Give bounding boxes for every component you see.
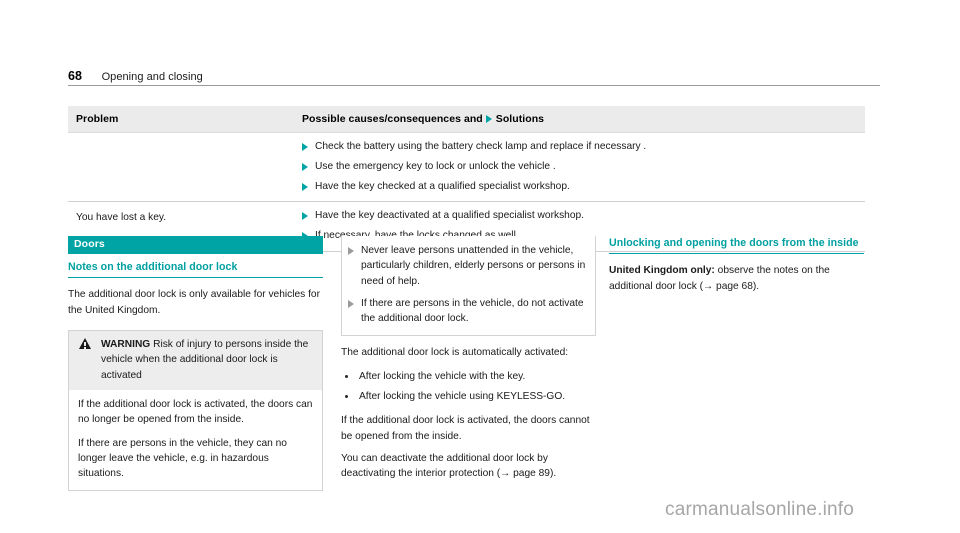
warning-label: WARNING bbox=[101, 339, 151, 351]
bullet-list-auto-activation: After locking the vehicle with the key. … bbox=[341, 369, 596, 405]
solution-arrow-icon bbox=[302, 182, 308, 191]
solution-item: Check the battery using the battery chec… bbox=[302, 139, 857, 155]
solution-arrow-icon bbox=[302, 212, 308, 221]
solution-item: Have the key checked at a qualified spec… bbox=[302, 179, 857, 195]
section-bar-doors: Doors bbox=[68, 236, 323, 255]
solution-text: Check the battery using the battery chec… bbox=[315, 141, 647, 152]
body-columns: Doors Notes on the additional door lock … bbox=[68, 236, 880, 492]
cross-reference-link[interactable]: → page 68 bbox=[703, 281, 753, 292]
solution-text: Have the key deactivated at a qualified … bbox=[315, 210, 584, 222]
warning-list-item: Never leave persons unattended in the ve… bbox=[348, 243, 587, 289]
cell-solutions: Check the battery using the battery chec… bbox=[292, 131, 865, 203]
uk-only-post: ). bbox=[752, 280, 760, 292]
table-header-row: Problem Possible causes/consequences and… bbox=[68, 106, 865, 133]
heading-unlocking-opening-doors-inside: Unlocking and opening the doors from the… bbox=[609, 236, 864, 255]
solution-arrow-icon bbox=[485, 114, 492, 123]
paragraph-deactivate-post: ). bbox=[549, 468, 557, 480]
warning-arrow-icon bbox=[348, 299, 354, 308]
column-header-solutions-post: Solutions bbox=[495, 113, 545, 125]
subheading-notes-additional-door-lock: Notes on the additional door lock bbox=[68, 254, 323, 279]
troubleshooting-table: Problem Possible causes/consequences and… bbox=[68, 106, 865, 253]
warning-box-header: WARNING Risk of injury to persons inside… bbox=[69, 331, 322, 390]
warning-paragraph: If there are persons in the vehicle, the… bbox=[78, 437, 287, 480]
running-head-title: Opening and closing bbox=[101, 71, 203, 83]
warning-list-item: If there are persons in the vehicle, do … bbox=[348, 296, 587, 327]
column-header-solutions-pre: Possible causes/consequences and bbox=[302, 113, 483, 125]
cell-problem bbox=[68, 131, 292, 203]
column-middle: Never leave persons unattended in the ve… bbox=[341, 236, 596, 482]
warning-header-text: WARNING Risk of injury to persons inside… bbox=[101, 337, 314, 383]
list-item: After locking the vehicle with the key. bbox=[341, 369, 596, 384]
column-header-solutions: Possible causes/consequences and Solution… bbox=[292, 106, 865, 133]
running-head: 68 Opening and closing bbox=[68, 67, 880, 89]
paragraph-deactivate: You can deactivate the additional door l… bbox=[341, 451, 596, 482]
column-header-problem: Problem bbox=[68, 106, 292, 133]
list-item: After locking the vehicle using KEYLESS-… bbox=[341, 389, 596, 404]
solution-arrow-icon bbox=[302, 162, 308, 171]
table-row: Check the battery using the battery chec… bbox=[68, 131, 865, 203]
warning-box-continuation: Never leave persons unattended in the ve… bbox=[341, 236, 596, 337]
paragraph-lead-in: The additional door lock is automaticall… bbox=[341, 347, 569, 359]
paragraph-intro: The additional door lock is only availab… bbox=[68, 289, 320, 316]
warning-box-body: If the additional door lock is activated… bbox=[69, 390, 322, 490]
solution-arrow-icon bbox=[302, 143, 308, 151]
solution-text: Have the key checked at a qualified spec… bbox=[315, 180, 570, 192]
paragraph-doors-cannot-open: If the additional door lock is activated… bbox=[341, 415, 590, 442]
page-number: 68 bbox=[68, 69, 83, 83]
warning-list-text: Never leave persons unattended in the ve… bbox=[361, 245, 586, 287]
running-head-rule bbox=[68, 85, 880, 86]
watermark: carmanualsonline.info bbox=[665, 499, 855, 520]
column-left: Doors Notes on the additional door lock … bbox=[68, 236, 323, 492]
warning-arrow-icon bbox=[348, 247, 354, 255]
warning-list-text: If there are persons in the vehicle, do … bbox=[361, 297, 584, 325]
paragraph-uk-only: United Kingdom only: observe the notes o… bbox=[609, 263, 864, 294]
column-right: Unlocking and opening the doors from the… bbox=[609, 236, 864, 294]
solution-item: Have the key deactivated at a qualified … bbox=[302, 208, 857, 224]
uk-only-label: United Kingdom only: bbox=[609, 265, 715, 277]
solution-item: Use the emergency key to lock or unlock … bbox=[302, 159, 857, 175]
solution-text: Use the emergency key to lock or unlock … bbox=[315, 160, 556, 172]
warning-paragraph: If the additional door lock is activated… bbox=[78, 398, 313, 426]
warning-triangle-icon bbox=[79, 338, 92, 350]
cross-reference-link[interactable]: → page 89 bbox=[500, 468, 550, 479]
warning-box: WARNING Risk of injury to persons inside… bbox=[68, 330, 323, 492]
